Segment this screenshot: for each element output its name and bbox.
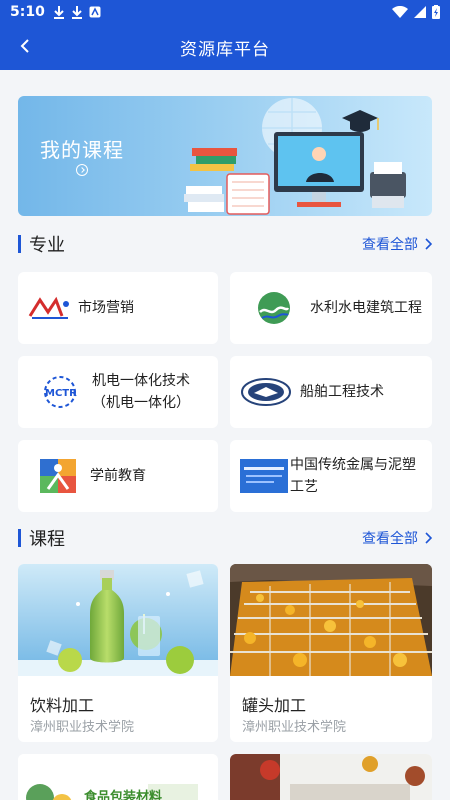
mechatronics-logo-icon: MCTR (40, 374, 80, 410)
majors-title: 专业 (29, 235, 65, 256)
status-time: 5:10 (10, 4, 45, 20)
course-thumbnail (18, 564, 218, 676)
wifi-icon (392, 6, 408, 18)
major-card[interactable]: 学前教育 (18, 440, 218, 512)
arrow-circle-icon (76, 164, 88, 176)
major-card[interactable]: 中国传统金属与泥塑工艺 (230, 440, 432, 512)
course-card[interactable]: 饮料加工 漳州职业技术学院 (18, 564, 218, 742)
back-button[interactable] (14, 35, 36, 57)
page-title: 资源库平台 (180, 39, 270, 60)
e-learning-illustration (184, 98, 406, 215)
chevron-left-icon (20, 39, 29, 53)
major-card[interactable]: MCTR 机电一体化技术（机电一体化） (18, 356, 218, 428)
download-icon (71, 6, 82, 19)
chevron-right-icon (425, 532, 432, 544)
course-thumbnail: 食品包装材料 (18, 754, 218, 800)
section-accent-bar (18, 529, 21, 547)
major-label: 中国传统金属与泥塑工艺 (290, 457, 416, 495)
major-card[interactable]: 船舶工程技术 (230, 356, 432, 428)
system-icons (392, 5, 440, 19)
majors-section-header: 专业 查看全部 (18, 232, 432, 256)
ship-logo-icon (240, 377, 292, 407)
water-engineering-logo-icon (254, 290, 294, 326)
course-school: 漳州职业技术学院 (30, 720, 135, 735)
craft-logo-icon (240, 459, 288, 493)
view-all-label: 查看全部 (362, 237, 418, 253)
major-label: 市场营销 (78, 300, 134, 316)
banner-title: 我的课程 (40, 138, 124, 162)
major-label: 船舶工程技术 (300, 384, 384, 400)
course-card[interactable] (230, 754, 432, 800)
my-courses-banner[interactable]: 我的课程 (18, 96, 432, 216)
courses-title: 课程 (29, 529, 65, 550)
course-card[interactable]: 食品包装材料 (18, 754, 218, 800)
course-thumbnail (230, 754, 432, 800)
major-card[interactable]: 市场营销 (18, 272, 218, 344)
major-label: 学前教育 (90, 468, 146, 484)
status-bar: 5:10 (0, 0, 450, 24)
major-card[interactable]: 水利水电建筑工程 (230, 272, 432, 344)
course-school: 漳州职业技术学院 (242, 720, 347, 735)
major-label: 水利水电建筑工程 (310, 300, 422, 316)
course-thumbnail (230, 564, 432, 676)
course-thumbnail-text: 食品包装材料 (84, 790, 163, 800)
main-content: 我的课程 专业 查看全部 市场营销 水利水电建筑工程 MCTR 机电一体化技术（… (0, 70, 450, 800)
view-all-label: 查看全部 (362, 531, 418, 547)
chevron-right-icon (425, 238, 432, 250)
app-bar: 资源库平台 (0, 24, 450, 70)
majors-view-all-link[interactable]: 查看全部 (362, 234, 432, 254)
courses-section-header: 课程 查看全部 (18, 526, 432, 550)
course-title: 罐头加工 (242, 696, 307, 715)
marketing-logo-icon (28, 296, 72, 320)
notification-icons (53, 5, 101, 19)
svg-text:MCTR: MCTR (45, 388, 77, 399)
signal-icon (414, 6, 426, 18)
courses-view-all-link[interactable]: 查看全部 (362, 528, 432, 548)
app-notification-icon (89, 6, 101, 18)
course-card[interactable]: 罐头加工 漳州职业技术学院 (230, 564, 432, 742)
major-label: 机电一体化技术（机电一体化） (92, 373, 190, 411)
preschool-logo-icon (40, 459, 76, 493)
download-icon (53, 6, 64, 19)
course-title: 饮料加工 (30, 696, 95, 715)
section-accent-bar (18, 235, 21, 253)
battery-icon (432, 5, 440, 19)
